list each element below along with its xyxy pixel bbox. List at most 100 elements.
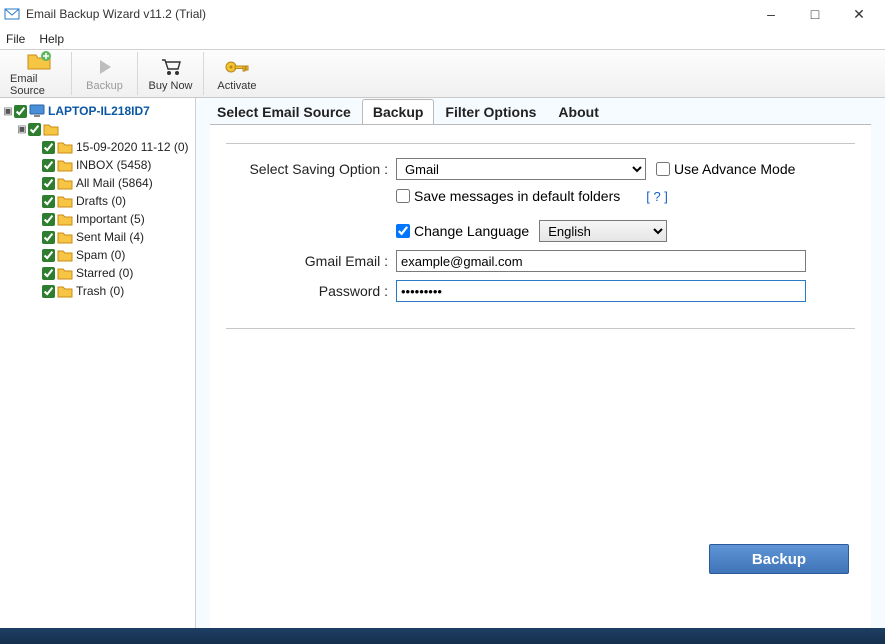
close-button[interactable]: ✕ (837, 0, 881, 28)
select-saving-label: Select Saving Option : (226, 161, 396, 177)
app-icon (4, 6, 20, 22)
password-input[interactable] (396, 280, 806, 302)
tree-item-label: Important (5) (76, 212, 145, 226)
toolbar-activate-label: Activate (217, 80, 256, 92)
tree-item-checkbox[interactable] (42, 267, 55, 280)
tree-item-checkbox[interactable] (42, 249, 55, 262)
tree-item-checkbox[interactable] (42, 141, 55, 154)
cart-icon (159, 56, 183, 78)
advance-mode-input[interactable] (656, 162, 670, 176)
row-change-language: Change Language English (226, 220, 855, 242)
saving-option-select[interactable]: Gmail (396, 158, 646, 180)
divider (226, 143, 855, 144)
folder-open-icon (43, 122, 59, 136)
tree-item-checkbox[interactable] (42, 195, 55, 208)
menu-file[interactable]: File (6, 32, 25, 46)
toolbar-email-source-label: Email Source (10, 73, 67, 97)
statusbar (0, 628, 885, 644)
folder-icon (57, 194, 73, 208)
folder-icon (57, 230, 73, 244)
password-label: Password : (226, 283, 396, 299)
tabs: Select Email Source Backup Filter Option… (196, 98, 885, 124)
main-panel: Select Email Source Backup Filter Option… (196, 98, 885, 628)
folder-plus-icon (27, 51, 51, 71)
toolbar-backup[interactable]: Backup (72, 52, 138, 95)
tree-item-label: Drafts (0) (76, 194, 126, 208)
tree-item-checkbox[interactable] (42, 177, 55, 190)
folder-icon (57, 158, 73, 172)
minimize-button[interactable]: – (749, 0, 793, 28)
folder-icon (57, 284, 73, 298)
tree-item-label: Sent Mail (4) (76, 230, 144, 244)
advance-mode-checkbox[interactable]: Use Advance Mode (656, 161, 795, 177)
change-language-checkbox[interactable]: Change Language (396, 223, 529, 239)
help-link[interactable]: [ ? ] (646, 189, 668, 204)
window-title: Email Backup Wizard v11.2 (Trial) (26, 7, 749, 21)
toolbar-buy-now[interactable]: Buy Now (138, 52, 204, 95)
folder-icon (57, 266, 73, 280)
tree-account-checkbox[interactable] (28, 123, 41, 136)
default-folders-checkbox[interactable]: Save messages in default folders (396, 188, 620, 204)
default-folders-input[interactable] (396, 189, 410, 203)
tree-item[interactable]: Drafts (0) (2, 192, 193, 210)
tree-account-row[interactable]: ▣ (2, 120, 193, 138)
tree-root-row[interactable]: ▣ LAPTOP-IL218ID7 (2, 102, 193, 120)
collapse-icon[interactable]: ▣ (16, 124, 28, 135)
tree-item-checkbox[interactable] (42, 231, 55, 244)
titlebar: Email Backup Wizard v11.2 (Trial) – □ ✕ (0, 0, 885, 28)
tree-root-checkbox[interactable] (14, 105, 27, 118)
backup-button[interactable]: Backup (709, 544, 849, 574)
advance-mode-label: Use Advance Mode (674, 161, 795, 177)
divider (226, 328, 855, 329)
gmail-email-label: Gmail Email : (226, 253, 396, 269)
folder-icon (57, 248, 73, 262)
toolbar-activate[interactable]: Activate (204, 52, 270, 95)
folder-icon (57, 176, 73, 190)
tree-item-label: INBOX (5458) (76, 158, 151, 172)
menubar: File Help (0, 28, 885, 50)
tree-item[interactable]: Sent Mail (4) (2, 228, 193, 246)
tree-item-checkbox[interactable] (42, 159, 55, 172)
row-default-folders: Save messages in default folders [ ? ] (226, 188, 855, 204)
tree-item-label: All Mail (5864) (76, 176, 153, 190)
toolbar-buy-now-label: Buy Now (148, 80, 192, 92)
computer-icon (29, 104, 45, 118)
tree-item[interactable]: Spam (0) (2, 246, 193, 264)
backup-panel: Select Saving Option : Gmail Use Advance… (210, 124, 871, 628)
maximize-button[interactable]: □ (793, 0, 837, 28)
toolbar-backup-label: Backup (86, 80, 123, 92)
tree-item-label: Trash (0) (76, 284, 124, 298)
window-controls: – □ ✕ (749, 0, 881, 28)
play-icon (95, 56, 115, 78)
menu-help[interactable]: Help (39, 32, 64, 46)
tree-item-label: Spam (0) (76, 248, 125, 262)
tree-item-checkbox[interactable] (42, 213, 55, 226)
row-gmail-email: Gmail Email : (226, 250, 855, 272)
folder-tree[interactable]: ▣ LAPTOP-IL218ID7 ▣ 15-09-2020 11-12 (0)… (0, 98, 196, 628)
folder-icon (57, 140, 73, 154)
tab-backup[interactable]: Backup (362, 99, 435, 124)
tree-item[interactable]: All Mail (5864) (2, 174, 193, 192)
tree-item[interactable]: Important (5) (2, 210, 193, 228)
language-select[interactable]: English (539, 220, 667, 242)
toolbar: Email Source Backup Buy Now Activate (0, 50, 885, 98)
tree-item-checkbox[interactable] (42, 285, 55, 298)
tree-item-label: Starred (0) (76, 266, 133, 280)
tree-item-label: 15-09-2020 11-12 (0) (76, 140, 189, 154)
gmail-email-input[interactable] (396, 250, 806, 272)
change-language-label: Change Language (414, 223, 529, 239)
tree-item[interactable]: INBOX (5458) (2, 156, 193, 174)
default-folders-label: Save messages in default folders (414, 188, 620, 204)
collapse-icon[interactable]: ▣ (2, 106, 14, 117)
row-password: Password : (226, 280, 855, 302)
key-icon (224, 56, 250, 78)
tree-item[interactable]: Trash (0) (2, 282, 193, 300)
tree-item[interactable]: Starred (0) (2, 264, 193, 282)
toolbar-email-source[interactable]: Email Source (6, 52, 72, 95)
tab-select-email-source[interactable]: Select Email Source (206, 99, 362, 124)
tab-filter-options[interactable]: Filter Options (434, 99, 547, 124)
row-saving-option: Select Saving Option : Gmail Use Advance… (226, 158, 855, 180)
tab-about[interactable]: About (547, 99, 609, 124)
change-language-input[interactable] (396, 224, 410, 238)
tree-item[interactable]: 15-09-2020 11-12 (0) (2, 138, 193, 156)
